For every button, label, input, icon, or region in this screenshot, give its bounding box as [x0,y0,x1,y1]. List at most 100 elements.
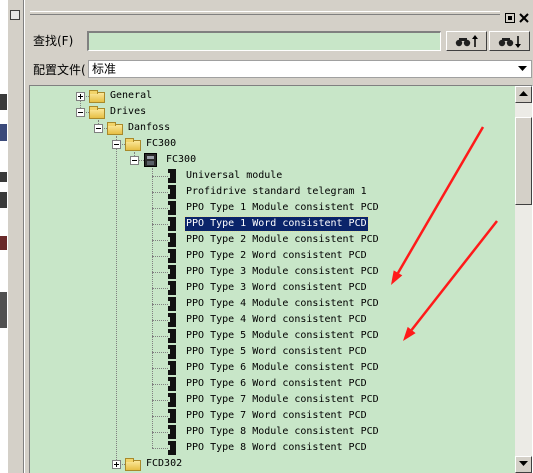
module-icon [168,249,176,263]
module-icon [168,345,176,359]
module-icon [168,441,176,455]
scroll-down-button[interactable] [515,456,532,473]
tree-connector [152,272,168,273]
tree-connector [152,320,168,321]
tree-connector [152,384,168,385]
collapse-toggle[interactable] [112,140,121,149]
scroll-up-icon [519,91,528,96]
tree-item-label: PPO Type 8 Word consistent PCD [186,442,367,453]
collapse-toggle[interactable] [130,156,139,165]
tree-item[interactable]: General [30,88,515,104]
tree-item-label: PPO Type 5 Word consistent PCD [186,346,367,357]
tree-connector [152,400,168,401]
tree-item[interactable]: PPO Type 8 Word consistent PCD [30,440,515,456]
tree-item[interactable]: Danfoss [30,120,515,136]
tree-item-label: PPO Type 6 Module consistent PCD [186,362,379,373]
tree-item-label: PPO Type 4 Module consistent PCD [186,298,379,309]
folder-icon [107,122,123,135]
tree-item-label: PPO Type 1 Word consistent PCD [184,216,369,232]
catalog-tree[interactable]: General Drives Danfoss FC300 FC300 Universal … [30,86,515,473]
collapse-toggle[interactable] [76,108,85,117]
pin-icon [505,13,515,23]
tree-item[interactable]: Drives [30,104,515,120]
tree-scrollbar[interactable] [515,86,532,473]
tree-item-selected[interactable]: PPO Type 1 Word consistent PCD [30,216,515,232]
profile-dropdown[interactable]: 标准 [88,60,532,78]
find-next-button[interactable] [489,31,530,51]
tree-item[interactable]: PPO Type 6 Word consistent PCD [30,376,515,392]
module-icon [168,297,176,311]
expand-toggle[interactable] [76,92,85,101]
partial-toolbar-icon [0,94,7,110]
tree-item[interactable]: FCD302 [30,456,515,472]
tree-item[interactable]: PPO Type 3 Word consistent PCD [30,280,515,296]
module-icon [168,393,176,407]
tree-item-label: PPO Type 3 Word consistent PCD [186,282,367,293]
find-input[interactable] [87,31,441,51]
tree-item[interactable]: PPO Type 7 Module consistent PCD [30,392,515,408]
tree-item[interactable]: PPO Type 1 Module consistent PCD [30,200,515,216]
module-icon [168,265,176,279]
tree-item[interactable]: PPO Type 7 Word consistent PCD [30,408,515,424]
profile-selected-value: 标准 [92,62,117,76]
tree-item-label: Danfoss [128,122,171,133]
tree-item-label: PPO Type 5 Module consistent PCD [186,330,379,341]
scroll-up-button[interactable] [515,86,532,103]
tree-item-label: Drives [110,106,147,117]
tree-item[interactable]: PPO Type 4 Module consistent PCD [30,296,515,312]
expand-toggle[interactable] [112,460,121,469]
device-icon [144,153,157,167]
tree-item[interactable]: PPO Type 2 Word consistent PCD [30,248,515,264]
tree-item[interactable]: PPO Type 2 Module consistent PCD [30,232,515,248]
tree-connector [152,432,168,433]
tree-item-label: FCD302 [146,458,183,469]
tree-connector [152,304,168,305]
tree-item[interactable]: Profidrive standard telegram 1 [30,184,515,200]
tree-connector [152,368,168,369]
module-icon [168,201,176,215]
tree-item[interactable]: FC300 [30,152,515,168]
tree-item[interactable]: PPO Type 4 Word consistent PCD [30,312,515,328]
left-panel-strip [0,0,24,473]
collapse-toggle[interactable] [94,124,103,133]
tree-connector [152,224,168,225]
tree-item[interactable]: PPO Type 5 Module consistent PCD [30,328,515,344]
tree-connector [152,176,168,177]
module-icon [168,425,176,439]
find-previous-button[interactable] [446,31,487,51]
partial-toolbar-icon [0,292,7,328]
partial-toolbar-icon [0,172,7,182]
tree-item[interactable]: PPO Type 8 Module consistent PCD [30,424,515,440]
panel-title-grip[interactable] [30,11,500,15]
folder-icon [89,106,105,119]
tree-item-label: PPO Type 2 Module consistent PCD [186,234,379,245]
tree-item[interactable]: PPO Type 6 Module consistent PCD [30,360,515,376]
folder-icon [89,90,105,103]
module-icon [168,329,176,343]
tree-item-label: FC300 [166,154,197,165]
tree-item[interactable]: PPO Type 3 Module consistent PCD [30,264,515,280]
tree-item[interactable]: Universal module [30,168,515,184]
tree-item-label: FC300 [146,138,177,149]
tree-item-label: PPO Type 8 Module consistent PCD [186,426,379,437]
close-button[interactable] [518,9,530,23]
chevron-down-icon [518,66,527,71]
partial-toolbar-icon [0,124,7,141]
panel-splitter[interactable] [24,0,28,473]
partial-toolbar-icon [0,192,7,208]
module-icon [168,233,176,247]
folder-icon [125,138,141,151]
panel-icon [10,10,20,20]
tree-item[interactable]: PPO Type 5 Word consistent PCD [30,344,515,360]
profile-label: 配置文件( [33,63,86,77]
tree-item-label: PPO Type 2 Word consistent PCD [186,250,367,261]
pin-button[interactable] [504,9,516,23]
tree-item-label: Universal module [186,170,283,181]
tree-item-label: Profidrive standard telegram 1 [186,186,367,197]
tree-connector [152,336,168,337]
tree-item[interactable]: FC300 [30,136,515,152]
tree-connector [152,192,168,193]
scroll-thumb[interactable] [515,117,532,206]
tree-connector [152,416,168,417]
module-icon [168,217,176,231]
